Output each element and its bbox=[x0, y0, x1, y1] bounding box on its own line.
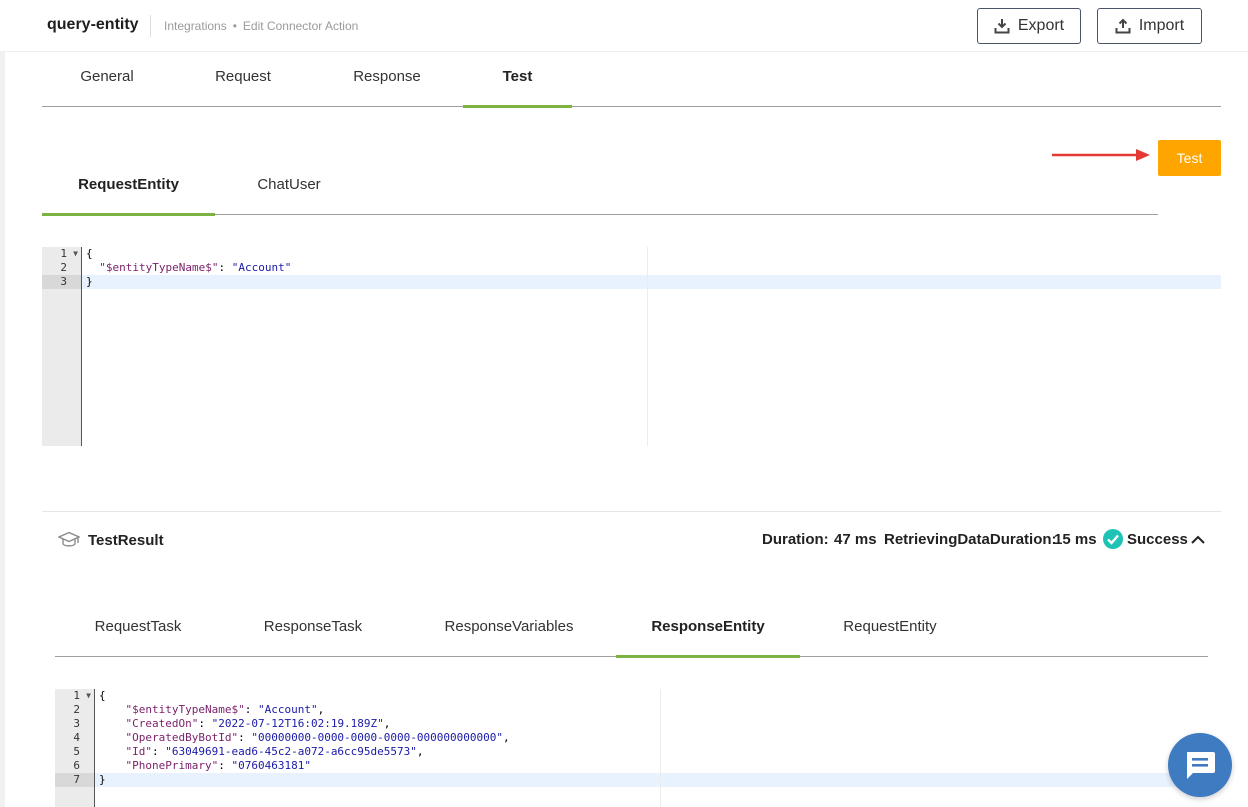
retrieving-value-wrap: 15 ms bbox=[1054, 531, 1097, 548]
line-number: 4 bbox=[73, 731, 80, 744]
duration-value: 47 ms bbox=[834, 531, 877, 548]
line-number: 7 bbox=[73, 773, 80, 786]
code-line: "CreatedOn": "2022-07-12T16:02:19.189Z", bbox=[125, 717, 391, 730]
response-code-editor[interactable]: 1 ▼ 2 3 4 5 6 7 { "$entityTypeName$": "A… bbox=[55, 689, 1221, 807]
code-line: { bbox=[99, 689, 106, 702]
active-line-highlight bbox=[82, 275, 1221, 289]
result-tab-active-indicator bbox=[616, 655, 800, 658]
tab-request-task[interactable]: RequestTask bbox=[75, 618, 201, 635]
line-number: 5 bbox=[73, 745, 80, 758]
response-editor-content[interactable]: { "$entityTypeName$": "Account", "Create… bbox=[95, 689, 1221, 807]
chat-button[interactable] bbox=[1168, 733, 1232, 797]
line-number: 3 bbox=[60, 275, 67, 288]
line-number: 1 bbox=[60, 247, 67, 260]
graduation-cap-icon bbox=[58, 531, 80, 547]
tab-test[interactable]: Test bbox=[463, 68, 572, 85]
status-text: Success bbox=[1127, 530, 1188, 548]
duration-stat: Duration: bbox=[762, 531, 829, 548]
breadcrumb-separator: • bbox=[232, 19, 237, 33]
tab-response[interactable]: Response bbox=[342, 68, 432, 85]
fold-toggle-icon[interactable]: ▼ bbox=[86, 691, 91, 700]
tab-result-request-entity[interactable]: RequestEntity bbox=[820, 618, 960, 635]
breadcrumb-integrations[interactable]: Integrations bbox=[164, 19, 227, 33]
result-divider bbox=[42, 511, 1221, 512]
retrieving-value: 15 ms bbox=[1054, 531, 1097, 548]
tab-request[interactable]: Request bbox=[198, 68, 288, 85]
breadcrumb: Integrations • Edit Connector Action bbox=[164, 19, 358, 33]
page-header: query-entity Integrations • Edit Connector… bbox=[0, 0, 1248, 52]
line-number: 3 bbox=[73, 717, 80, 730]
upload-icon bbox=[1115, 18, 1131, 34]
main-tabs-divider bbox=[42, 106, 1221, 107]
print-margin bbox=[660, 689, 661, 807]
export-button[interactable]: Export bbox=[977, 8, 1081, 44]
tab-response-task[interactable]: ResponseTask bbox=[243, 618, 383, 635]
line-number: 2 bbox=[60, 261, 67, 274]
page-title: query-entity bbox=[47, 16, 139, 33]
tab-response-variables[interactable]: ResponseVariables bbox=[425, 618, 593, 635]
fold-toggle-icon[interactable]: ▼ bbox=[73, 249, 78, 258]
code-line: { bbox=[86, 247, 93, 260]
request-editor-content[interactable]: { "$entityTypeName$": "Account" } bbox=[82, 247, 1221, 446]
red-arrow-annotation bbox=[1052, 149, 1150, 161]
test-result-title: TestResult bbox=[88, 532, 164, 549]
tab-chat-user[interactable]: ChatUser bbox=[230, 176, 348, 193]
left-edge-strip bbox=[0, 52, 5, 807]
duration-value-wrap: 47 ms bbox=[834, 531, 877, 548]
print-margin bbox=[647, 247, 648, 446]
tab-response-entity[interactable]: ResponseEntity bbox=[616, 618, 800, 635]
line-number: 2 bbox=[73, 703, 80, 716]
tab-general[interactable]: General bbox=[62, 68, 152, 85]
chevron-up-icon[interactable] bbox=[1190, 532, 1206, 548]
header-divider bbox=[150, 15, 151, 37]
test-button[interactable]: Test bbox=[1158, 140, 1221, 176]
response-editor-gutter: 1 ▼ 2 3 4 5 6 7 bbox=[55, 689, 95, 807]
export-label: Export bbox=[1017, 17, 1065, 34]
retrieving-stat: RetrievingDataDuration: bbox=[884, 531, 1057, 548]
check-circle-icon bbox=[1103, 529, 1123, 549]
main-tab-active-indicator bbox=[463, 105, 572, 108]
request-tab-active-indicator bbox=[42, 213, 215, 216]
code-line: "Id": "63049691-ead6-45c2-a072-a6cc95de5… bbox=[125, 745, 424, 758]
request-code-editor[interactable]: 1 ▼ 2 3 { "$entityTypeName$": "Account" … bbox=[42, 247, 1221, 446]
code-line: } bbox=[86, 275, 93, 288]
line-number: 1 bbox=[73, 689, 80, 702]
code-line: "$entityTypeName$": "Account" bbox=[99, 261, 292, 274]
request-editor-gutter: 1 ▼ 2 3 bbox=[42, 247, 82, 446]
import-button[interactable]: Import bbox=[1097, 8, 1202, 44]
code-line: } bbox=[99, 773, 106, 786]
code-line: "OperatedByBotId": "00000000-0000-0000-0… bbox=[125, 731, 510, 744]
download-icon bbox=[994, 19, 1010, 34]
line-number: 6 bbox=[73, 759, 80, 772]
status-badge: Success bbox=[1103, 529, 1188, 549]
active-line-highlight bbox=[95, 773, 1221, 787]
tab-request-entity[interactable]: RequestEntity bbox=[42, 176, 215, 193]
duration-label: Duration: bbox=[762, 531, 829, 548]
code-line: "$entityTypeName$": "Account", bbox=[125, 703, 325, 716]
retrieving-label: RetrievingDataDuration: bbox=[884, 531, 1057, 548]
chat-bubble-icon bbox=[1187, 752, 1215, 779]
breadcrumb-edit-connector-action: Edit Connector Action bbox=[242, 19, 359, 33]
code-line: "PhonePrimary": "0760463181" bbox=[125, 759, 311, 772]
import-label: Import bbox=[1138, 17, 1185, 34]
